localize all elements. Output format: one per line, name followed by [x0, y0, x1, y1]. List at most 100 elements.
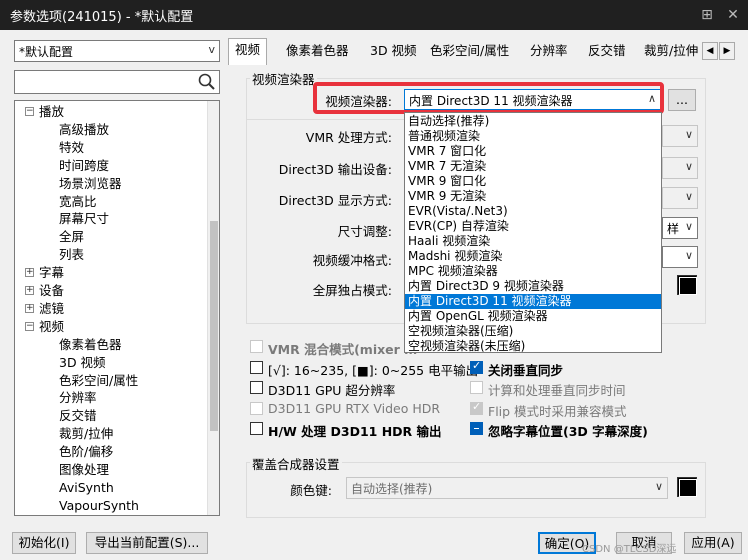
checkbox-box[interactable] — [250, 361, 263, 374]
vsync-calc-label: 计算和处理垂直同步时间 — [488, 383, 626, 398]
color-key-select[interactable]: 自动选择(推荐) ∨ — [346, 477, 668, 499]
dropdown-option[interactable]: VMR 9 无渲染 — [405, 189, 661, 204]
color-key-swatch[interactable] — [677, 477, 697, 497]
resize-select-value: 样 — [667, 222, 680, 236]
tree-item[interactable]: 列表 — [59, 246, 84, 264]
search-icon[interactable] — [197, 72, 217, 92]
dropdown-option[interactable]: VMR 7 无渲染 — [405, 159, 661, 174]
dropdown-option[interactable]: VMR 7 窗口化 — [405, 144, 661, 159]
tree-item[interactable]: AviSynth — [59, 479, 114, 497]
renderer-settings-button[interactable]: ... — [668, 89, 696, 111]
tree-item[interactable]: 全屏 — [59, 228, 84, 246]
tree-item[interactable]: 分辨率 — [59, 389, 97, 407]
tree-item[interactable]: 字幕 — [39, 264, 64, 282]
tab-1[interactable]: 像素着色器 — [280, 40, 355, 64]
profile-select[interactable]: *默认配置 v — [14, 40, 220, 62]
vmr-select[interactable]: ∨ — [662, 125, 698, 147]
tree-item[interactable]: 裁剪/拉伸 — [59, 425, 113, 443]
collapse-icon[interactable]: − — [25, 107, 34, 116]
tree-item[interactable]: 场景浏览器 — [59, 175, 122, 193]
range-label: [√]: 16~235, [■]: 0~255 电平输出 — [268, 363, 479, 378]
renderer-dropdown-list[interactable]: 自动选择(推荐) 普通视频渲染 VMR 7 窗口化 VMR 7 无渲染 VMR 9 窗口… — [404, 112, 662, 353]
tab-4[interactable]: 分辨率 — [524, 40, 574, 64]
tree-item[interactable]: 像素着色器 — [59, 336, 122, 354]
collapse-icon[interactable]: − — [25, 321, 34, 331]
chevron-down-icon: ∨ — [684, 249, 693, 262]
checkbox-box[interactable] — [250, 402, 263, 415]
tree-item[interactable]: 播放 — [39, 103, 64, 121]
tree-item[interactable]: 屏幕尺寸 — [59, 210, 109, 228]
dropdown-option[interactable]: EVR(CP) 自荐渲染 — [405, 219, 661, 234]
close-icon[interactable]: ✕ — [722, 4, 744, 26]
overlay-title: 覆盖合成器设置 — [250, 454, 342, 473]
tree-item[interactable]: 视频 — [39, 318, 64, 336]
checkbox-box[interactable] — [470, 422, 483, 435]
checkbox-box[interactable] — [250, 340, 263, 353]
tree-item[interactable]: VapourSynth — [59, 497, 139, 515]
tab-scroll-right-icon[interactable]: ▶ — [719, 42, 735, 60]
preferences-window: 参数选项(241015) - *默认配置 ⊞ ✕ *默认配置 v 播放 − 高级播放… — [0, 0, 748, 560]
tree-scroll-thumb[interactable] — [210, 221, 218, 431]
dropdown-option[interactable]: MPC 视频渲染器 — [405, 264, 661, 279]
color-key-label: 颜色键: — [290, 483, 332, 498]
checkbox-box[interactable] — [250, 381, 263, 394]
dropdown-option[interactable]: 普通视频渲染 — [405, 129, 661, 144]
pin-icon[interactable]: ⊞ — [696, 4, 718, 26]
dropdown-option[interactable]: 自动选择(推荐) — [405, 114, 661, 129]
dropdown-option[interactable]: VMR 9 窗口化 — [405, 174, 661, 189]
tab-3[interactable]: 色彩空间/属性 — [424, 40, 515, 64]
tree-item[interactable]: 图像处理 — [59, 461, 109, 479]
export-config-button[interactable]: 导出当前配置(S)... — [86, 532, 208, 554]
highlight-box — [313, 82, 664, 114]
tree-item[interactable]: 特效 — [59, 139, 84, 157]
checkbox-box[interactable] — [250, 422, 263, 435]
tree-item[interactable]: 滤镜 — [39, 300, 64, 318]
tree-item[interactable]: 色彩空间/属性 — [59, 372, 138, 390]
dropdown-option[interactable]: 空视频渲染器(未压缩) — [405, 339, 661, 354]
buffer-select[interactable]: ∨ — [662, 246, 698, 268]
tree-item[interactable]: 色阶/偏移 — [59, 443, 113, 461]
dropdown-option[interactable]: 内置 Direct3D 11 视频渲染器 — [405, 294, 661, 309]
tab-scroll-left-icon[interactable]: ◀ — [702, 42, 718, 60]
tree-item[interactable]: 反交错 — [59, 407, 97, 425]
vmr-mix-label: VMR 混合模式(mixer m — [268, 342, 418, 357]
window-title: 参数选项(241015) - *默认配置 — [10, 10, 194, 25]
dropdown-option[interactable]: Haali 视频渲染 — [405, 234, 661, 249]
settings-tree[interactable]: 播放 − 高级播放 特效 时间跨度 场景浏览器 宽高比 屏幕尺寸 全屏 列表 字幕 + 设备 + 滤镜 + 视频… — [14, 100, 220, 516]
d3d-display-select[interactable]: ∨ — [662, 187, 698, 209]
chevron-down-icon: ∨ — [684, 160, 693, 173]
rtx-hdr-label: D3D11 GPU RTX Video HDR — [268, 401, 441, 416]
divider — [246, 119, 406, 120]
chevron-down-icon: ∨ — [684, 220, 693, 233]
expand-icon[interactable]: + — [25, 286, 34, 295]
tab-6[interactable]: 裁剪/拉伸 — [638, 40, 704, 64]
search-input[interactable] — [14, 70, 220, 94]
resize-select[interactable]: 样 ∨ — [662, 217, 698, 239]
tree-item[interactable]: 高级播放 — [59, 121, 109, 139]
checkbox-box[interactable] — [470, 359, 483, 374]
tree-item[interactable]: 宽高比 — [59, 193, 97, 211]
chevron-down-icon: ∨ — [654, 480, 663, 493]
checkbox-box[interactable] — [470, 381, 483, 394]
tab-0[interactable]: 视频 — [228, 38, 268, 65]
checkbox-box[interactable] — [470, 400, 483, 415]
init-button[interactable]: 初始化(I) — [12, 532, 76, 554]
dropdown-option[interactable]: 内置 Direct3D 9 视频渲染器 — [405, 279, 661, 294]
d3d-output-select[interactable]: ∨ — [662, 157, 698, 179]
apply-button[interactable]: 应用(A) — [684, 532, 742, 554]
watermark: CSDN @TLCSD深远 — [582, 544, 677, 555]
fullscreen-color-swatch[interactable] — [677, 275, 697, 295]
tab-5[interactable]: 反交错 — [582, 40, 632, 64]
tab-2[interactable]: 3D 视频 — [364, 40, 423, 64]
dropdown-option[interactable]: 内置 OpenGL 视频渲染器 — [405, 309, 661, 324]
expand-icon[interactable]: + — [25, 268, 34, 278]
tree-item[interactable]: 设备 — [39, 282, 64, 300]
dropdown-option[interactable]: EVR(Vista/.Net3) — [405, 204, 661, 219]
tree-scrollbar[interactable] — [207, 101, 219, 515]
vsync-label: 关闭垂直同步 — [488, 363, 564, 378]
expand-icon[interactable]: + — [25, 303, 34, 313]
dropdown-option[interactable]: 空视频渲染器(压缩) — [405, 324, 661, 339]
dropdown-option[interactable]: Madshi 视频渲染 — [405, 249, 661, 264]
tree-item[interactable]: 时间跨度 — [59, 157, 109, 175]
tree-item[interactable]: 3D 视频 — [59, 354, 106, 372]
